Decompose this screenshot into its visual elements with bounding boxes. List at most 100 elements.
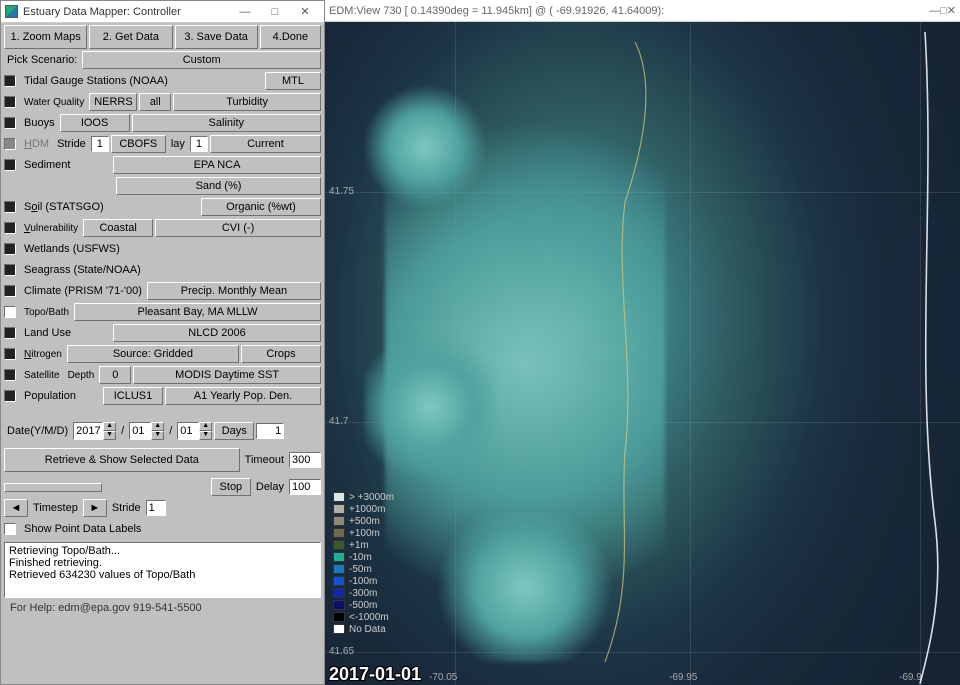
stop-button[interactable]: Stop <box>211 478 251 496</box>
climate-checkbox[interactable] <box>4 285 16 297</box>
legend-swatch <box>333 612 345 622</box>
hdm-stride-label: Stride <box>54 136 89 152</box>
step-done[interactable]: 4.Done <box>260 25 321 49</box>
minimize-button[interactable]: — <box>230 3 260 21</box>
controller-title: Estuary Data Mapper: Controller <box>23 6 230 18</box>
legend-item: > +3000m <box>333 492 394 504</box>
vuln-checkbox[interactable] <box>4 222 16 234</box>
landuse-checkbox[interactable] <box>4 327 16 339</box>
timestep-prev-button[interactable]: ◄ <box>4 499 28 517</box>
satellite-depth[interactable]: 0 <box>99 366 131 384</box>
buoys-checkbox[interactable] <box>4 117 16 129</box>
delay-input[interactable]: 100 <box>289 479 321 495</box>
population-source[interactable]: ICLUS1 <box>103 387 163 405</box>
step-save-data[interactable]: 3. Save Data <box>175 25 258 49</box>
soil-checkbox[interactable] <box>4 201 16 213</box>
wq-label: Water Quality <box>21 95 87 110</box>
hdm-param[interactable]: Current <box>210 135 321 153</box>
controller-body: 1. Zoom Maps 2. Get Data 3. Save Data 4.… <box>1 23 324 684</box>
date-year[interactable]: ▲▼ <box>73 422 116 440</box>
hdm-stride-input[interactable]: 1 <box>91 136 109 152</box>
show-labels-checkbox[interactable] <box>4 523 16 535</box>
hdm-model[interactable]: CBOFS <box>111 135 166 153</box>
satellite-checkbox[interactable] <box>4 369 16 381</box>
wetlands-checkbox[interactable] <box>4 243 16 255</box>
legend-label: +1m <box>349 540 369 551</box>
buoys-source[interactable]: IOOS <box>60 114 130 132</box>
log-output: Retrieving Topo/Bath... Finished retriev… <box>4 542 321 598</box>
timeout-input[interactable]: 300 <box>289 452 321 468</box>
pick-scenario-select[interactable]: Custom <box>82 51 321 69</box>
date-month[interactable]: ▲▼ <box>129 422 164 440</box>
grid-y-label: 41.65 <box>329 646 354 657</box>
map-minimize-button[interactable]: — <box>929 5 940 17</box>
map-title: EDM:View 730 [ 0.14390deg = 11.945km] @ … <box>329 5 929 17</box>
progress-slider[interactable] <box>4 483 102 492</box>
legend-label: -50m <box>349 564 372 575</box>
wq-checkbox[interactable] <box>4 96 16 108</box>
map-window: EDM:View 730 [ 0.14390deg = 11.945km] @ … <box>325 0 960 685</box>
grid-x-label: -69.9 <box>899 672 922 683</box>
buoys-param[interactable]: Salinity <box>132 114 321 132</box>
sediment-label: Sediment <box>21 157 111 173</box>
grid-x-label: -70.05 <box>429 672 457 683</box>
vuln-scope[interactable]: Coastal <box>83 219 153 237</box>
up-arrow-icon: ▲ <box>103 422 116 431</box>
legend-item: +1000m <box>333 504 394 516</box>
days-input[interactable]: 1 <box>256 423 284 439</box>
topobath-checkbox[interactable] <box>4 306 16 318</box>
hdm-lay-input[interactable]: 1 <box>190 136 208 152</box>
close-button[interactable]: ✕ <box>290 3 320 21</box>
wq-param[interactable]: Turbidity <box>173 93 321 111</box>
topobath-value[interactable]: Pleasant Bay, MA MLLW <box>74 303 321 321</box>
controller-titlebar: Estuary Data Mapper: Controller — □ ✕ <box>1 1 324 23</box>
retrieve-button[interactable]: Retrieve & Show Selected Data <box>4 448 240 472</box>
date-day[interactable]: ▲▼ <box>177 422 212 440</box>
legend-label: No Data <box>349 624 386 635</box>
step-get-data[interactable]: 2. Get Data <box>89 25 172 49</box>
legend-swatch <box>333 600 345 610</box>
topobath-label: Topo/Bath <box>21 305 72 320</box>
legend-swatch <box>333 624 345 634</box>
map-canvas[interactable]: 41.75 41.7 41.65 -70.05 -69.95 -69.9 > +… <box>325 22 960 685</box>
legend-item: -50m <box>333 564 394 576</box>
stride2-label: Stride <box>109 500 144 516</box>
population-param[interactable]: A1 Yearly Pop. Den. <box>165 387 321 405</box>
legend-item: +100m <box>333 528 394 540</box>
controller-window: Estuary Data Mapper: Controller — □ ✕ 1.… <box>0 0 325 685</box>
grid-y-label: 41.75 <box>329 186 354 197</box>
map-maximize-button[interactable]: □ <box>940 5 947 17</box>
sediment-checkbox[interactable] <box>4 159 16 171</box>
legend-label: -10m <box>349 552 372 563</box>
show-labels-label: Show Point Data Labels <box>21 521 144 537</box>
nitrogen-param[interactable]: Crops <box>241 345 321 363</box>
maximize-button[interactable]: □ <box>260 3 290 21</box>
landuse-value[interactable]: NLCD 2006 <box>113 324 321 342</box>
nitrogen-source[interactable]: Source: Gridded <box>67 345 239 363</box>
legend-label: +100m <box>349 528 380 539</box>
seagrass-checkbox[interactable] <box>4 264 16 276</box>
population-checkbox[interactable] <box>4 390 16 402</box>
map-titlebar: EDM:View 730 [ 0.14390deg = 11.945km] @ … <box>325 0 960 22</box>
step-zoom-maps[interactable]: 1. Zoom Maps <box>4 25 87 49</box>
satellite-param[interactable]: MODIS Daytime SST <box>133 366 321 384</box>
climate-param[interactable]: Precip. Monthly Mean <box>147 282 321 300</box>
wq-scope[interactable]: all <box>139 93 171 111</box>
legend-label: +500m <box>349 516 380 527</box>
hdm-checkbox[interactable] <box>4 138 16 150</box>
sediment-param[interactable]: Sand (%) <box>116 177 321 195</box>
timestep-next-button[interactable]: ► <box>83 499 107 517</box>
soil-param[interactable]: Organic (%wt) <box>201 198 321 216</box>
tidal-option[interactable]: MTL <box>265 72 321 90</box>
landuse-label: Land Use <box>21 325 111 341</box>
wq-source[interactable]: NERRS <box>89 93 137 111</box>
vuln-param[interactable]: CVI (-) <box>155 219 321 237</box>
days-button[interactable]: Days <box>214 422 254 440</box>
timeout-label: Timeout <box>242 452 287 468</box>
stride2-input[interactable]: 1 <box>146 500 166 516</box>
legend-label: +1000m <box>349 504 385 515</box>
tidal-checkbox[interactable] <box>4 75 16 87</box>
nitrogen-checkbox[interactable] <box>4 348 16 360</box>
map-close-button[interactable]: ✕ <box>947 4 956 17</box>
sediment-source[interactable]: EPA NCA <box>113 156 321 174</box>
